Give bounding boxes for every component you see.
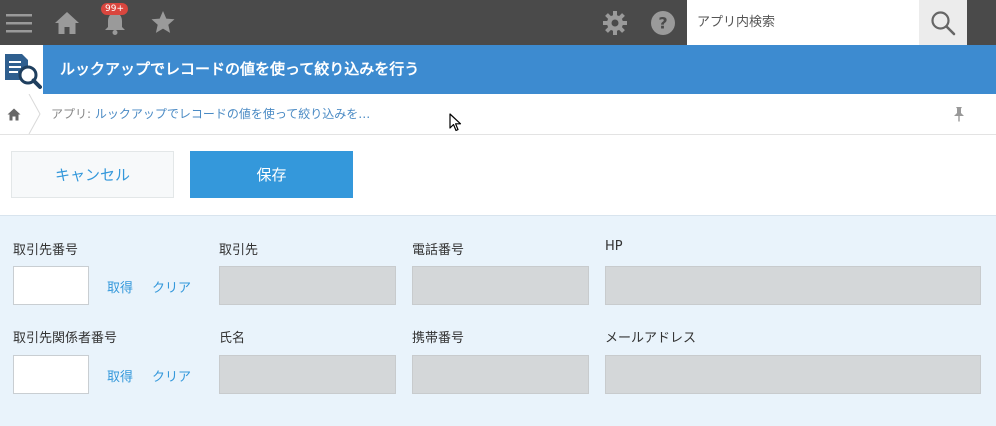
search-button[interactable]: [919, 0, 967, 45]
breadcrumb-separator: [28, 94, 41, 134]
customer-number-label: 取引先番号: [13, 243, 79, 258]
breadcrumb-label: アプリ:: [51, 107, 95, 121]
pin-icon[interactable]: [948, 94, 970, 134]
cancel-button[interactable]: キャンセル: [11, 151, 174, 198]
contact-fetch-link[interactable]: 取得: [107, 366, 133, 385]
contact-number-input[interactable]: [13, 355, 89, 394]
app-title: ルックアップでレコードの値を使って絞り込みを行う: [60, 60, 420, 78]
email-label: メールアドレス: [605, 331, 697, 346]
notification-badge: 99+: [101, 3, 128, 15]
full-name-field: [219, 355, 396, 394]
customer-fetch-link[interactable]: 取得: [107, 277, 133, 296]
customer-field: [219, 266, 396, 305]
mobile-number-label: 携帯番号: [412, 331, 465, 346]
hp-label: HP: [605, 239, 623, 254]
global-header: 99+ ?: [0, 0, 996, 45]
customer-label: 取引先: [219, 243, 259, 258]
app-icon: [0, 45, 43, 94]
customer-number-input[interactable]: [13, 266, 89, 305]
contact-clear-link[interactable]: クリア: [152, 366, 191, 385]
gear-icon[interactable]: [600, 0, 630, 45]
full-name-label: 氏名: [219, 331, 246, 346]
star-icon[interactable]: [148, 0, 178, 45]
hp-field: [605, 266, 981, 305]
search-icon: [931, 10, 956, 35]
mobile-number-field: [412, 355, 589, 394]
app-search-input[interactable]: [687, 0, 919, 45]
breadcrumb-app-name: ルックアップでレコードの値を使って絞り込みを…: [94, 107, 371, 121]
customer-clear-link[interactable]: クリア: [152, 277, 191, 296]
email-field: [605, 355, 981, 394]
contact-number-label: 取引先関係者番号: [13, 331, 118, 346]
phone-number-label: 電話番号: [412, 243, 465, 258]
menu-icon[interactable]: [4, 0, 34, 45]
breadcrumb: アプリ: ルックアップでレコードの値を使って絞り込みを…: [0, 94, 996, 135]
mouse-cursor-icon: [449, 113, 462, 132]
home-icon[interactable]: [52, 0, 82, 45]
breadcrumb-home-icon[interactable]: [0, 94, 28, 134]
save-button[interactable]: 保存: [190, 151, 353, 198]
app-header: ルックアップでレコードの値を使って絞り込みを行う: [0, 45, 996, 94]
breadcrumb-app-link[interactable]: アプリ: ルックアップでレコードの値を使って絞り込みを…: [51, 94, 370, 134]
svg-text:?: ?: [658, 13, 667, 32]
help-icon[interactable]: ?: [648, 0, 678, 45]
record-form: 取引先番号 取得 クリア 取引先 電話番号 HP 取引先関係者番号 取得 クリア…: [0, 215, 996, 426]
phone-number-field: [412, 266, 589, 305]
